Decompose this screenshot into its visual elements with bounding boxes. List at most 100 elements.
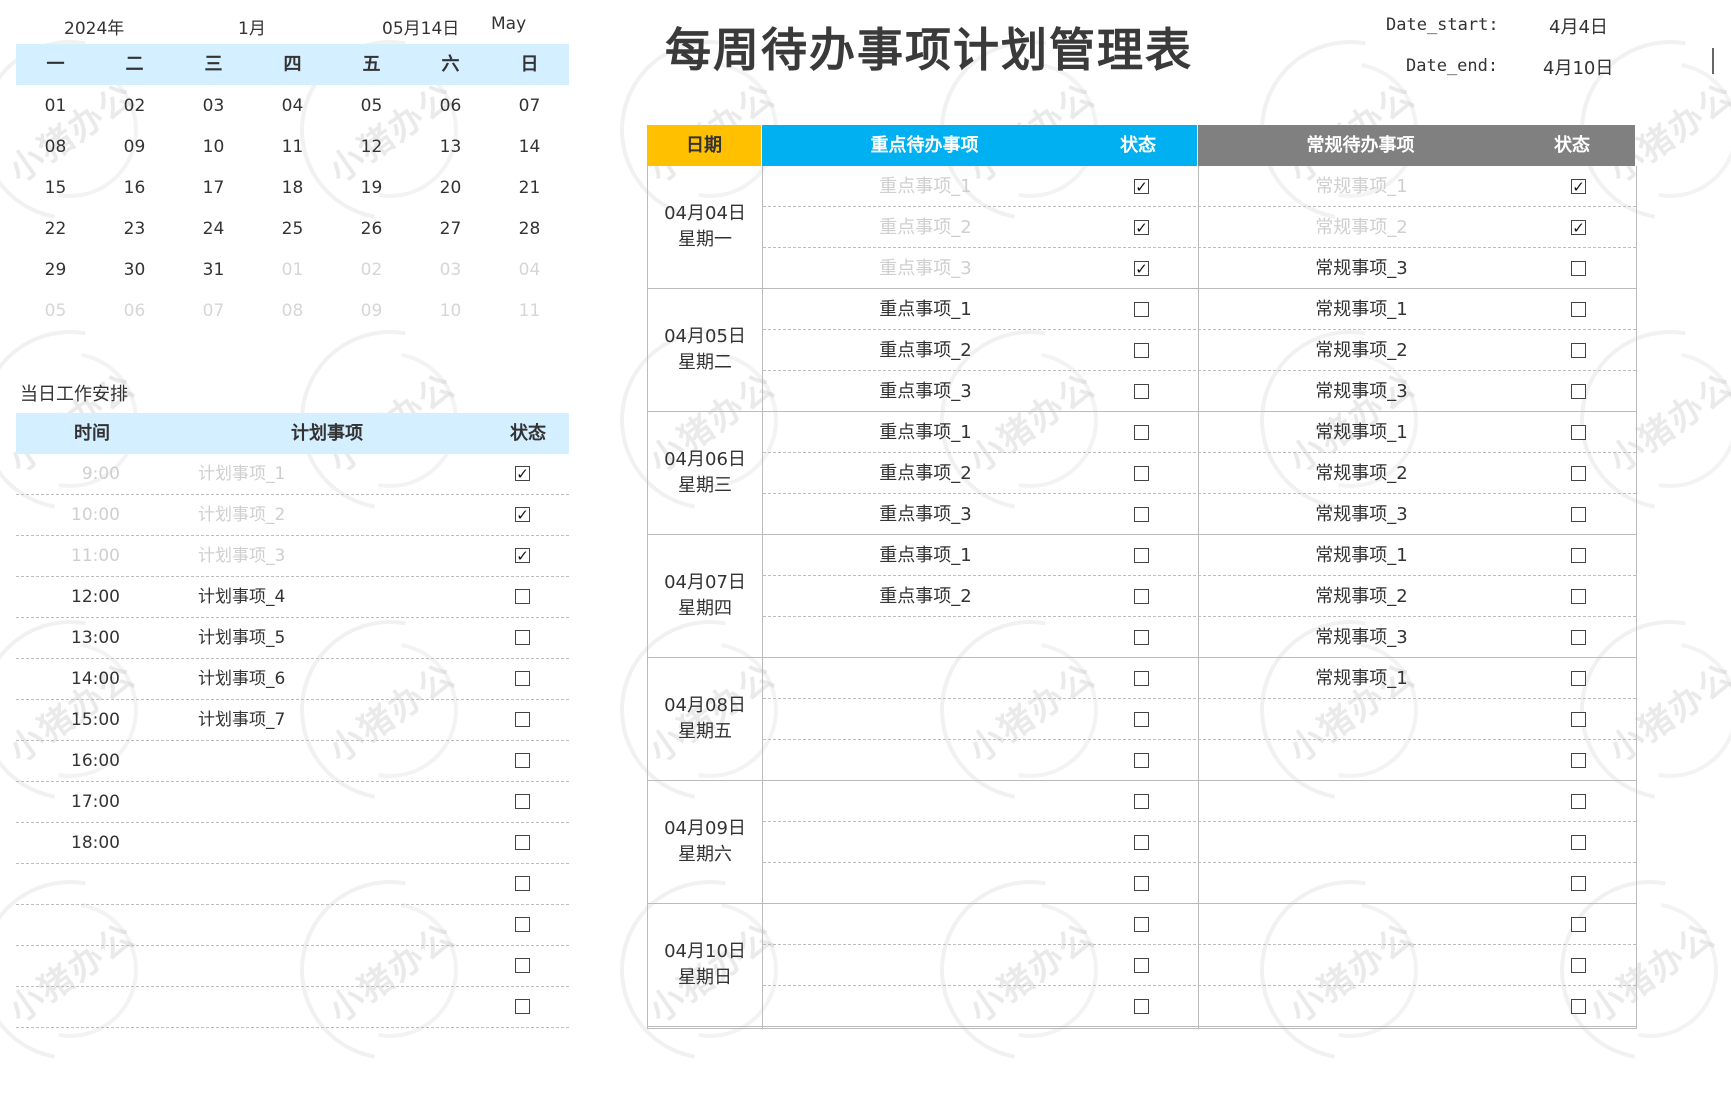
key-task[interactable]: 重点事项_3 [763,494,1088,535]
key-task[interactable]: 重点事项_3 [763,248,1088,289]
checkbox-empty-icon[interactable] [1571,671,1586,686]
calendar-day[interactable]: 20 [411,168,490,209]
checkbox-empty-icon[interactable] [1134,917,1149,932]
key-task[interactable]: 重点事项_2 [763,453,1088,494]
checkbox-empty-icon[interactable] [515,712,530,727]
calendar-day[interactable]: 30 [95,250,174,291]
calendar-day[interactable]: 09 [332,291,411,332]
regular-task[interactable]: 常规事项_1 [1199,166,1524,207]
checkbox-empty-icon[interactable] [1571,425,1586,440]
checkbox-empty-icon[interactable] [1571,630,1586,645]
checkbox-empty-icon[interactable] [515,958,530,973]
calendar-day[interactable]: 06 [95,291,174,332]
calendar-day[interactable]: 11 [253,127,332,168]
checkbox-empty-icon[interactable] [1571,302,1586,317]
regular-task[interactable]: 常规事项_2 [1199,330,1524,371]
calendar-day[interactable]: 05 [332,86,411,127]
calendar-day[interactable]: 18 [253,168,332,209]
checkbox-empty-icon[interactable] [1134,384,1149,399]
checkbox-checked-icon[interactable]: ✓ [515,507,530,523]
calendar-day[interactable]: 28 [490,209,569,250]
checkbox-empty-icon[interactable] [1571,589,1586,604]
calendar-day[interactable]: 07 [174,291,253,332]
regular-task[interactable]: 常规事项_1 [1199,658,1524,699]
calendar-day[interactable]: 17 [174,168,253,209]
regular-task[interactable]: 常规事项_2 [1199,207,1524,248]
checkbox-empty-icon[interactable] [515,753,530,768]
regular-task[interactable]: 常规事项_1 [1199,289,1524,330]
calendar-day[interactable]: 26 [332,209,411,250]
calendar-day[interactable]: 31 [174,250,253,291]
checkbox-empty-icon[interactable] [1134,548,1149,563]
calendar-day[interactable]: 21 [490,168,569,209]
checkbox-empty-icon[interactable] [1134,835,1149,850]
checkbox-empty-icon[interactable] [1134,302,1149,317]
checkbox-empty-icon[interactable] [1571,835,1586,850]
checkbox-empty-icon[interactable] [1571,343,1586,358]
checkbox-checked-icon[interactable]: ✓ [515,548,530,564]
date-end-value[interactable]: 4月10日 [1543,54,1613,80]
checkbox-empty-icon[interactable] [1571,466,1586,481]
checkbox-empty-icon[interactable] [1134,876,1149,891]
checkbox-empty-icon[interactable] [515,794,530,809]
schedule-item[interactable]: 计划事项_1 [198,454,285,494]
calendar-day[interactable]: 03 [411,250,490,291]
checkbox-empty-icon[interactable] [1134,712,1149,727]
calendar-day[interactable]: 02 [95,86,174,127]
regular-task[interactable]: 常规事项_3 [1199,371,1524,412]
checkbox-empty-icon[interactable] [515,917,530,932]
schedule-item[interactable]: 计划事项_5 [198,618,285,658]
calendar-day[interactable]: 08 [16,127,95,168]
calendar-day[interactable]: 25 [253,209,332,250]
checkbox-empty-icon[interactable] [515,835,530,850]
calendar-day[interactable]: 08 [253,291,332,332]
calendar-day[interactable]: 06 [411,86,490,127]
calendar-day[interactable]: 04 [253,86,332,127]
checkbox-empty-icon[interactable] [515,630,530,645]
regular-task[interactable]: 常规事项_2 [1199,576,1524,617]
checkbox-empty-icon[interactable] [1134,343,1149,358]
schedule-item[interactable]: 计划事项_3 [198,536,285,576]
checkbox-empty-icon[interactable] [1134,794,1149,809]
calendar-day[interactable]: 19 [332,168,411,209]
key-task[interactable]: 重点事项_3 [763,371,1088,412]
checkbox-empty-icon[interactable] [515,671,530,686]
schedule-item[interactable]: 计划事项_7 [198,700,285,740]
key-task[interactable]: 重点事项_2 [763,576,1088,617]
calendar-day[interactable]: 07 [490,86,569,127]
checkbox-empty-icon[interactable] [1134,671,1149,686]
calendar-day[interactable]: 04 [490,250,569,291]
checkbox-empty-icon[interactable] [1134,425,1149,440]
checkbox-empty-icon[interactable] [1134,999,1149,1014]
calendar-day[interactable]: 10 [174,127,253,168]
checkbox-empty-icon[interactable] [1571,753,1586,768]
calendar-day[interactable]: 09 [95,127,174,168]
checkbox-empty-icon[interactable] [1571,958,1586,973]
schedule-item[interactable]: 计划事项_2 [198,495,285,535]
key-task[interactable]: 重点事项_1 [763,289,1088,330]
calendar-day[interactable]: 22 [16,209,95,250]
checkbox-empty-icon[interactable] [1571,548,1586,563]
calendar-day[interactable]: 12 [332,127,411,168]
regular-task[interactable]: 常规事项_1 [1199,412,1524,453]
calendar-day[interactable]: 29 [16,250,95,291]
key-task[interactable]: 重点事项_1 [763,166,1088,207]
calendar-day[interactable]: 27 [411,209,490,250]
calendar-day[interactable]: 05 [16,291,95,332]
regular-task[interactable]: 常规事项_3 [1199,248,1524,289]
calendar-day[interactable]: 23 [95,209,174,250]
checkbox-empty-icon[interactable] [1571,794,1586,809]
checkbox-empty-icon[interactable] [1134,507,1149,522]
key-task[interactable]: 重点事项_2 [763,207,1088,248]
calendar-day[interactable]: 11 [490,291,569,332]
checkbox-empty-icon[interactable] [1571,876,1586,891]
calendar-day[interactable]: 10 [411,291,490,332]
checkbox-empty-icon[interactable] [515,876,530,891]
checkbox-empty-icon[interactable] [1134,630,1149,645]
checkbox-checked-icon[interactable]: ✓ [515,466,530,482]
calendar-day[interactable]: 01 [16,86,95,127]
checkbox-empty-icon[interactable] [515,999,530,1014]
calendar-day[interactable]: 01 [253,250,332,291]
checkbox-checked-icon[interactable]: ✓ [1134,179,1149,195]
checkbox-checked-icon[interactable]: ✓ [1134,261,1149,277]
